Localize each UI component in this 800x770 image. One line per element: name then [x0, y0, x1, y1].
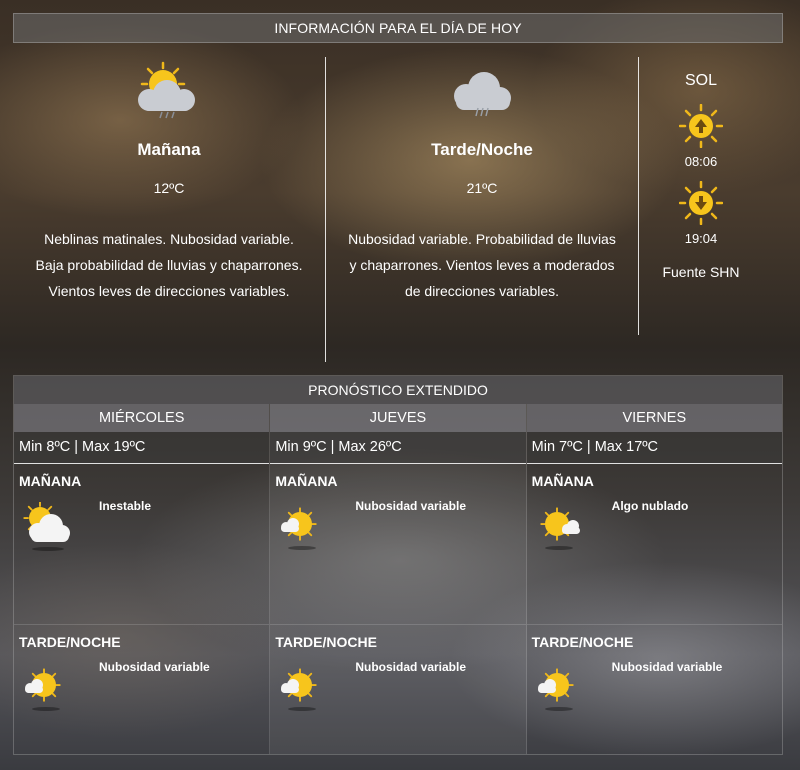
- evening-slot: TARDE/NOCHE Nubosidad variable: [527, 625, 782, 754]
- extended-forecast: PRONÓSTICO EXTENDIDO MIÉRCOLES Min 8ºC |…: [13, 375, 783, 755]
- divider: [638, 57, 639, 335]
- day-temp-range: Min 9ºC | Max 26ºC: [270, 432, 526, 464]
- evening-title: Tarde/Noche: [431, 140, 533, 159]
- morning-temp: 12ºC: [153, 180, 185, 196]
- source-label: Fuente SHN: [662, 264, 740, 280]
- sun-small-cloud-icon: [537, 668, 574, 711]
- sunrise-icon: [679, 104, 723, 148]
- sunset-icon: [679, 181, 723, 225]
- slot-description: Inestable: [99, 499, 152, 513]
- slot-description: Algo nublado: [611, 499, 689, 513]
- morning-slot: MAÑANA Algo nublado: [526, 464, 782, 625]
- sun-title: SOL: [684, 72, 717, 89]
- sunset-time: 19:04: [684, 231, 718, 246]
- evening-temp: 21ºC: [466, 180, 498, 196]
- day-name: VIERNES: [526, 404, 782, 432]
- cloud-rain-icon: [454, 72, 511, 117]
- sun-small-cloud-icon: [539, 507, 580, 550]
- slot-label: TARDE/NOCHE: [531, 634, 634, 650]
- slot-label: TARDE/NOCHE: [275, 634, 377, 650]
- sun-small-cloud-icon: [281, 668, 318, 711]
- today-evening-panel: Tarde/Noche 21ºC Nubosidad variable. Pro…: [326, 58, 638, 304]
- today-header: INFORMACIÓN PARA EL DÍA DE HOY: [13, 13, 783, 43]
- slot-label: MAÑANA: [531, 473, 594, 489]
- day-column-miercoles: MIÉRCOLES Min 8ºC | Max 19ºC MAÑANA Ines…: [14, 404, 271, 754]
- sun-panel: SOL 08:06 19:04 Fuente SHN: [640, 58, 762, 280]
- day-temp-range: Min 7ºC | Max 17ºC: [526, 432, 782, 464]
- sun-small-cloud-icon: [281, 507, 318, 550]
- slot-description: Nubosidad variable: [611, 660, 723, 674]
- sun-cloud-rain-icon: [138, 61, 195, 119]
- slot-description: Nubosidad variable: [355, 660, 467, 674]
- slot-label: MAÑANA: [275, 473, 338, 489]
- sunrise-time: 08:06: [684, 154, 718, 169]
- sun-behind-cloud-icon: [23, 502, 70, 551]
- day-column-viernes: VIERNES Min 7ºC | Max 17ºC MAÑANA Algo n…: [526, 404, 782, 754]
- day-name: MIÉRCOLES: [14, 404, 270, 432]
- day-name: JUEVES: [270, 404, 526, 432]
- slot-label: TARDE/NOCHE: [19, 634, 121, 650]
- slot-label: MAÑANA: [19, 473, 82, 489]
- morning-slot: MAÑANA Inestable: [14, 464, 270, 625]
- evening-slot: TARDE/NOCHE Nubosidad variable: [270, 625, 525, 754]
- sun-small-cloud-icon: [25, 668, 61, 711]
- evening-description: Nubosidad variable. Probabilidad de lluv…: [348, 231, 616, 299]
- extended-header: PRONÓSTICO EXTENDIDO: [14, 376, 782, 404]
- evening-slot: TARDE/NOCHE Nubosidad variable: [14, 625, 269, 754]
- day-column-jueves: JUEVES Min 9ºC | Max 26ºC MAÑANA Nubosid…: [270, 404, 527, 754]
- slot-description: Nubosidad variable: [355, 499, 467, 513]
- today-morning-panel: Mañana 12ºC Neblinas matinales. Nubosida…: [13, 58, 325, 304]
- morning-title: Mañana: [137, 140, 201, 159]
- slot-description: Nubosidad variable: [99, 660, 210, 674]
- morning-description: Neblinas matinales. Nubosidad variable. …: [35, 231, 303, 299]
- day-temp-range: Min 8ºC | Max 19ºC: [14, 432, 270, 464]
- morning-slot: MAÑANA Nubosidad variable: [270, 464, 526, 625]
